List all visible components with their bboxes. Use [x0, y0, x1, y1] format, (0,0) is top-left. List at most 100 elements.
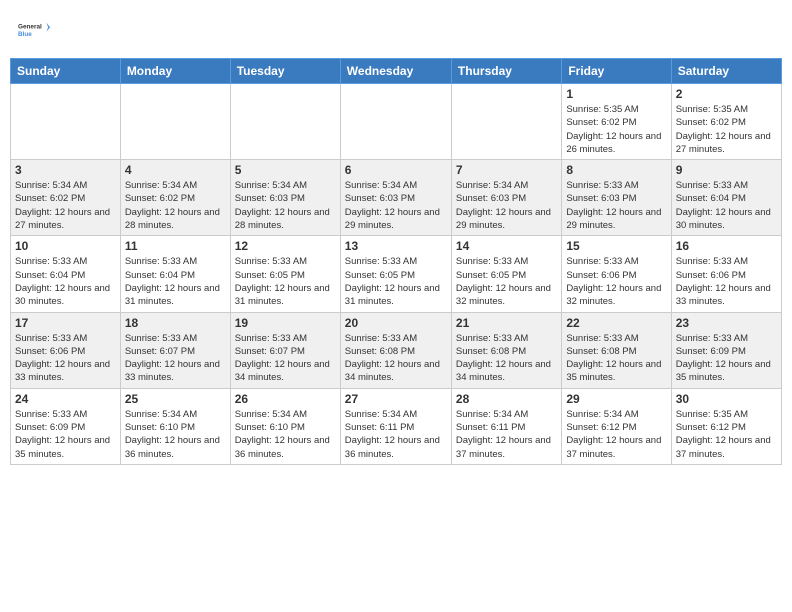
page-header: General Blue [10, 10, 782, 50]
calendar-cell: 11 Sunrise: 5:33 AMSunset: 6:04 PMDayligh… [120, 236, 230, 312]
weekday-header-monday: Monday [120, 59, 230, 84]
day-number: 18 [125, 316, 226, 330]
day-number: 24 [15, 392, 116, 406]
calendar-cell: 23 Sunrise: 5:33 AMSunset: 6:09 PMDayligh… [671, 312, 781, 388]
day-number: 15 [566, 239, 666, 253]
day-number: 9 [676, 163, 777, 177]
weekday-header-tuesday: Tuesday [230, 59, 340, 84]
day-number: 19 [235, 316, 336, 330]
day-number: 21 [456, 316, 557, 330]
svg-text:General: General [18, 24, 42, 31]
day-info: Sunrise: 5:33 AMSunset: 6:07 PMDaylight:… [235, 332, 336, 385]
day-info: Sunrise: 5:34 AMSunset: 6:03 PMDaylight:… [345, 179, 447, 232]
calendar-cell: 19 Sunrise: 5:33 AMSunset: 6:07 PMDayligh… [230, 312, 340, 388]
weekday-header-sunday: Sunday [11, 59, 121, 84]
day-info: Sunrise: 5:33 AMSunset: 6:06 PMDaylight:… [676, 255, 777, 308]
calendar-cell [230, 84, 340, 160]
day-number: 13 [345, 239, 447, 253]
day-number: 6 [345, 163, 447, 177]
day-number: 3 [15, 163, 116, 177]
day-info: Sunrise: 5:34 AMSunset: 6:10 PMDaylight:… [235, 408, 336, 461]
calendar-cell: 8 Sunrise: 5:33 AMSunset: 6:03 PMDaylight… [562, 160, 671, 236]
day-info: Sunrise: 5:33 AMSunset: 6:08 PMDaylight:… [456, 332, 557, 385]
day-number: 5 [235, 163, 336, 177]
day-number: 29 [566, 392, 666, 406]
day-info: Sunrise: 5:35 AMSunset: 6:12 PMDaylight:… [676, 408, 777, 461]
weekday-header-friday: Friday [562, 59, 671, 84]
day-info: Sunrise: 5:34 AMSunset: 6:10 PMDaylight:… [125, 408, 226, 461]
day-number: 26 [235, 392, 336, 406]
day-number: 2 [676, 87, 777, 101]
calendar-cell: 1Sunrise: 5:35 AMSunset: 6:02 PMDaylight… [562, 84, 671, 160]
calendar-cell: 5 Sunrise: 5:34 AMSunset: 6:03 PMDaylight… [230, 160, 340, 236]
calendar-cell: 17Sunrise: 5:33 AMSunset: 6:06 PMDayligh… [11, 312, 121, 388]
day-info: Sunrise: 5:33 AMSunset: 6:07 PMDaylight:… [125, 332, 226, 385]
calendar-cell: 15 Sunrise: 5:33 AMSunset: 6:06 PMDayligh… [562, 236, 671, 312]
calendar-cell: 9 Sunrise: 5:33 AMSunset: 6:04 PMDaylight… [671, 160, 781, 236]
calendar-cell [11, 84, 121, 160]
day-info: Sunrise: 5:33 AMSunset: 6:04 PMDaylight:… [125, 255, 226, 308]
calendar-cell: 26 Sunrise: 5:34 AMSunset: 6:10 PMDayligh… [230, 388, 340, 464]
weekday-header-thursday: Thursday [451, 59, 561, 84]
calendar-cell: 22Sunrise: 5:33 AMSunset: 6:08 PMDayligh… [562, 312, 671, 388]
day-number: 10 [15, 239, 116, 253]
logo: General Blue [18, 14, 50, 46]
calendar-cell: 2Sunrise: 5:35 AMSunset: 6:02 PMDaylight… [671, 84, 781, 160]
day-number: 23 [676, 316, 777, 330]
weekday-header-row: SundayMondayTuesdayWednesdayThursdayFrid… [11, 59, 782, 84]
calendar-cell: 18 Sunrise: 5:33 AMSunset: 6:07 PMDayligh… [120, 312, 230, 388]
day-info: Sunrise: 5:33 AMSunset: 6:04 PMDaylight:… [15, 255, 116, 308]
day-info: Sunrise: 5:33 AMSunset: 6:04 PMDaylight:… [676, 179, 777, 232]
day-info: Sunrise: 5:34 AMSunset: 6:02 PMDaylight:… [125, 179, 226, 232]
day-number: 30 [676, 392, 777, 406]
day-info: Sunrise: 5:34 AMSunset: 6:02 PMDaylight:… [15, 179, 116, 232]
calendar-cell: 29 Sunrise: 5:34 AMSunset: 6:12 PMDayligh… [562, 388, 671, 464]
svg-text:Blue: Blue [18, 31, 32, 38]
day-info: Sunrise: 5:33 AMSunset: 6:09 PMDaylight:… [15, 408, 116, 461]
day-info: Sunrise: 5:33 AMSunset: 6:03 PMDaylight:… [566, 179, 666, 232]
calendar-cell: 24 Sunrise: 5:33 AMSunset: 6:09 PMDayligh… [11, 388, 121, 464]
day-number: 4 [125, 163, 226, 177]
calendar-cell: 20Sunrise: 5:33 AMSunset: 6:08 PMDayligh… [340, 312, 451, 388]
week-row-2: 3 Sunrise: 5:34 AMSunset: 6:02 PMDaylight… [11, 160, 782, 236]
calendar-cell: 28Sunrise: 5:34 AMSunset: 6:11 PMDayligh… [451, 388, 561, 464]
calendar-cell: 7 Sunrise: 5:34 AMSunset: 6:03 PMDaylight… [451, 160, 561, 236]
day-info: Sunrise: 5:34 AMSunset: 6:12 PMDaylight:… [566, 408, 666, 461]
calendar-cell: 14 Sunrise: 5:33 AMSunset: 6:05 PMDayligh… [451, 236, 561, 312]
day-number: 11 [125, 239, 226, 253]
day-number: 16 [676, 239, 777, 253]
day-info: Sunrise: 5:34 AMSunset: 6:11 PMDaylight:… [345, 408, 447, 461]
calendar-cell: 12 Sunrise: 5:33 AMSunset: 6:05 PMDayligh… [230, 236, 340, 312]
day-number: 12 [235, 239, 336, 253]
calendar-cell [120, 84, 230, 160]
day-info: Sunrise: 5:33 AMSunset: 6:05 PMDaylight:… [235, 255, 336, 308]
weekday-header-wednesday: Wednesday [340, 59, 451, 84]
calendar-cell: 3 Sunrise: 5:34 AMSunset: 6:02 PMDaylight… [11, 160, 121, 236]
day-number: 17 [15, 316, 116, 330]
day-number: 1 [566, 87, 666, 101]
day-number: 7 [456, 163, 557, 177]
calendar-cell: 4 Sunrise: 5:34 AMSunset: 6:02 PMDaylight… [120, 160, 230, 236]
day-number: 27 [345, 392, 447, 406]
day-number: 8 [566, 163, 666, 177]
week-row-1: 1Sunrise: 5:35 AMSunset: 6:02 PMDaylight… [11, 84, 782, 160]
day-info: Sunrise: 5:33 AMSunset: 6:06 PMDaylight:… [566, 255, 666, 308]
calendar-cell: 6 Sunrise: 5:34 AMSunset: 6:03 PMDaylight… [340, 160, 451, 236]
day-number: 25 [125, 392, 226, 406]
day-info: Sunrise: 5:33 AMSunset: 6:09 PMDaylight:… [676, 332, 777, 385]
day-info: Sunrise: 5:33 AMSunset: 6:08 PMDaylight:… [566, 332, 666, 385]
day-info: Sunrise: 5:33 AMSunset: 6:05 PMDaylight:… [345, 255, 447, 308]
calendar-cell: 21 Sunrise: 5:33 AMSunset: 6:08 PMDayligh… [451, 312, 561, 388]
week-row-4: 17Sunrise: 5:33 AMSunset: 6:06 PMDayligh… [11, 312, 782, 388]
day-info: Sunrise: 5:34 AMSunset: 6:03 PMDaylight:… [235, 179, 336, 232]
weekday-header-saturday: Saturday [671, 59, 781, 84]
day-info: Sunrise: 5:33 AMSunset: 6:08 PMDaylight:… [345, 332, 447, 385]
day-number: 14 [456, 239, 557, 253]
day-info: Sunrise: 5:33 AMSunset: 6:05 PMDaylight:… [456, 255, 557, 308]
week-row-5: 24 Sunrise: 5:33 AMSunset: 6:09 PMDayligh… [11, 388, 782, 464]
day-info: Sunrise: 5:34 AMSunset: 6:03 PMDaylight:… [456, 179, 557, 232]
calendar-cell: 27 Sunrise: 5:34 AMSunset: 6:11 PMDayligh… [340, 388, 451, 464]
logo-icon: General Blue [18, 14, 50, 46]
calendar-cell: 25 Sunrise: 5:34 AMSunset: 6:10 PMDayligh… [120, 388, 230, 464]
calendar-cell: 30 Sunrise: 5:35 AMSunset: 6:12 PMDayligh… [671, 388, 781, 464]
